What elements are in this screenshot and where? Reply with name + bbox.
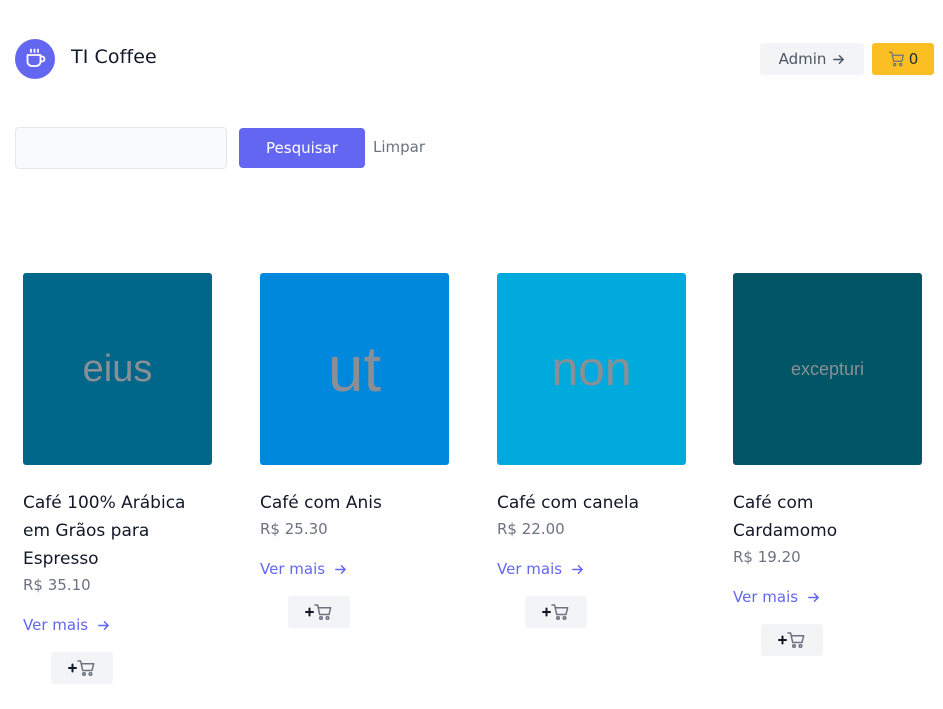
- clear-link[interactable]: Limpar: [373, 138, 425, 156]
- product-title: Café com Cardamomo: [733, 493, 838, 541]
- product-image[interactable]: ut: [260, 273, 449, 465]
- product-image-text: ut: [327, 333, 382, 405]
- product-price: R$ 22.00: [497, 520, 565, 538]
- product-title: Café com Anis: [260, 493, 382, 513]
- see-more-label: Ver mais: [260, 560, 326, 578]
- add-to-cart-button[interactable]: [761, 624, 823, 656]
- product-image-text: eius: [82, 347, 153, 390]
- product-image-text: non: [551, 342, 632, 396]
- brand-name: TI Coffee: [71, 46, 157, 68]
- add-to-cart-icon: [305, 604, 332, 621]
- arrow-right-icon: [572, 564, 583, 574]
- arrow-right-icon: [833, 54, 845, 64]
- product-card: non Café com canela R$ 22.00 Ver mais: [497, 273, 686, 628]
- product-image[interactable]: eius: [23, 273, 212, 465]
- see-more-label: Ver mais: [23, 616, 89, 634]
- product-price: R$ 25.30: [260, 520, 328, 538]
- arrow-right-icon: [335, 564, 346, 574]
- product-title: Café com canela: [497, 493, 639, 513]
- add-to-cart-button[interactable]: [51, 652, 113, 684]
- product-card: eius Café 100% Arábica em Grãos para Esp…: [23, 273, 212, 684]
- add-to-cart-icon: [68, 660, 95, 677]
- admin-label: Admin: [778, 50, 827, 68]
- product-card: ut Café com Anis R$ 25.30 Ver mais: [260, 273, 449, 628]
- see-more-label: Ver mais: [497, 560, 563, 578]
- coffee-cup-icon: [26, 48, 46, 67]
- product-price: R$ 19.20: [733, 548, 801, 566]
- see-more-link[interactable]: Ver mais: [260, 559, 449, 579]
- product-image[interactable]: excepturi: [733, 273, 922, 465]
- cart-count: 0: [908, 50, 919, 68]
- see-more-label: Ver mais: [733, 588, 799, 606]
- product-image[interactable]: non: [497, 273, 686, 465]
- search-button[interactable]: Pesquisar: [239, 128, 365, 168]
- cart-button[interactable]: 0: [872, 43, 934, 75]
- cart-icon: [888, 51, 904, 67]
- see-more-link[interactable]: Ver mais: [497, 559, 686, 579]
- product-title: Café 100% Arábica em Grãos para Espresso: [23, 493, 186, 569]
- see-more-link[interactable]: Ver mais: [23, 615, 212, 635]
- logo[interactable]: [15, 39, 55, 79]
- arrow-right-icon: [98, 620, 109, 630]
- search-input[interactable]: [15, 127, 227, 169]
- header: TI Coffee Admin 0: [0, 0, 943, 118]
- product-price: R$ 35.10: [23, 576, 91, 594]
- product-card: excepturi Café com Cardamomo R$ 19.20 Ve…: [733, 273, 922, 656]
- add-to-cart-icon: [778, 632, 805, 649]
- see-more-link[interactable]: Ver mais: [733, 587, 922, 607]
- add-to-cart-button[interactable]: [525, 596, 587, 628]
- arrow-right-icon: [808, 592, 819, 602]
- add-to-cart-button[interactable]: [288, 596, 350, 628]
- product-image-text: excepturi: [790, 358, 865, 379]
- add-to-cart-icon: [542, 604, 569, 621]
- admin-button[interactable]: Admin: [760, 43, 864, 75]
